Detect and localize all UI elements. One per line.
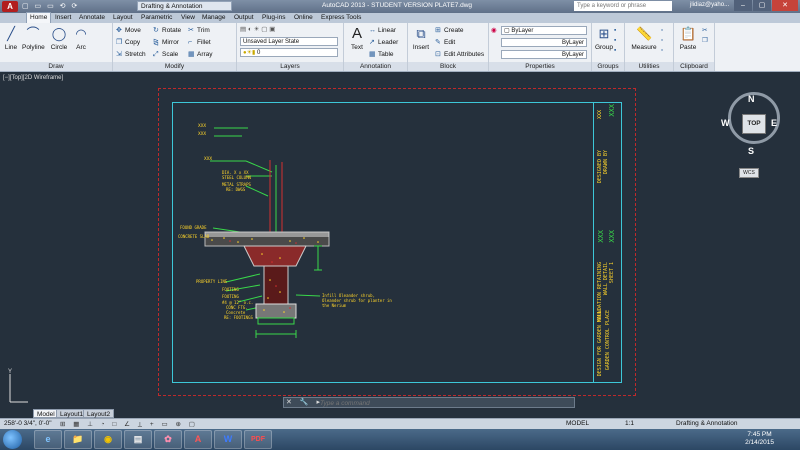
command-input[interactable] xyxy=(320,399,570,407)
word-icon[interactable]: W xyxy=(214,430,242,449)
ucs-icon: Y xyxy=(8,369,28,403)
tab-model[interactable]: Model xyxy=(33,409,59,418)
command-line: ✕ 🔧 ▸ xyxy=(283,397,575,408)
drawing-callout: FOOTING xyxy=(222,287,239,292)
drafting-toggles[interactable]: ⊞ ▦ ⊥ ◔ □ ∠ ⟂ + ▭ ⊕ ▢ xyxy=(60,420,198,429)
drawing-callout: STEEL COLUMN xyxy=(222,175,251,180)
drawing-callout: XXX xyxy=(204,157,213,162)
foundation-detail-drawing xyxy=(204,127,330,338)
clock-date: 2/14/2015 xyxy=(745,439,774,446)
coordinate-readout[interactable]: 258'-0 3/4", 0'-0" xyxy=(4,420,52,427)
windows-taskbar: e 📁 ◉ ▤ ✿ A W PDF 7:45 PM 2/14/2015 xyxy=(0,429,800,450)
wcs-menu[interactable]: WCS xyxy=(739,168,759,178)
drawing-callout: XXX xyxy=(198,132,207,137)
clock-time: 7:45 PM xyxy=(747,431,772,438)
start-button[interactable] xyxy=(3,430,22,449)
viewcube-west[interactable]: W xyxy=(721,118,730,128)
model-space-button[interactable]: MODEL xyxy=(566,420,589,427)
drawing-callout: PROPERTY LINE xyxy=(196,279,228,284)
drawing-note: Infill Oleander shrub, Oleander shrub fo… xyxy=(322,293,392,308)
command-line-buttons[interactable]: ✕ 🔧 ▸ xyxy=(286,398,323,408)
internet-explorer-icon[interactable]: e xyxy=(34,430,62,449)
drawing-callout: FOUND GRADE xyxy=(180,225,207,230)
drawing-callout: FOOTING xyxy=(222,294,239,299)
viewcube-top-face[interactable]: TOP xyxy=(742,114,766,134)
drawing-callout: RE: DWGS xyxy=(226,187,246,192)
chrome-icon[interactable]: ◉ xyxy=(94,430,122,449)
workspace-switch[interactable]: Drafting & Annotation xyxy=(676,420,737,427)
viewcube-south[interactable]: S xyxy=(748,146,754,156)
system-clock[interactable]: 7:45 PM 2/14/2015 xyxy=(745,431,774,447)
svg-text:Y: Y xyxy=(8,369,12,375)
drawing-callout: RE: FOOTINGS xyxy=(224,315,253,320)
viewcube-east[interactable]: E xyxy=(771,118,777,128)
tab-layout2[interactable]: Layout2 xyxy=(83,409,115,418)
file-explorer-icon[interactable]: 📁 xyxy=(64,430,92,449)
drawing-callout: CONCRETE SLAB xyxy=(178,234,210,239)
annotation-scale-dropdown[interactable]: 1:1 xyxy=(625,420,634,427)
paint-app-icon[interactable]: ✿ xyxy=(154,430,182,449)
drawing-callout: XXX xyxy=(198,124,207,129)
tablet-app-icon[interactable]: ▤ xyxy=(124,430,152,449)
pdf-reader-icon[interactable]: PDF xyxy=(244,430,272,449)
viewcube-north[interactable]: N xyxy=(748,94,755,104)
autocad-taskbar-icon[interactable]: A xyxy=(184,430,212,449)
